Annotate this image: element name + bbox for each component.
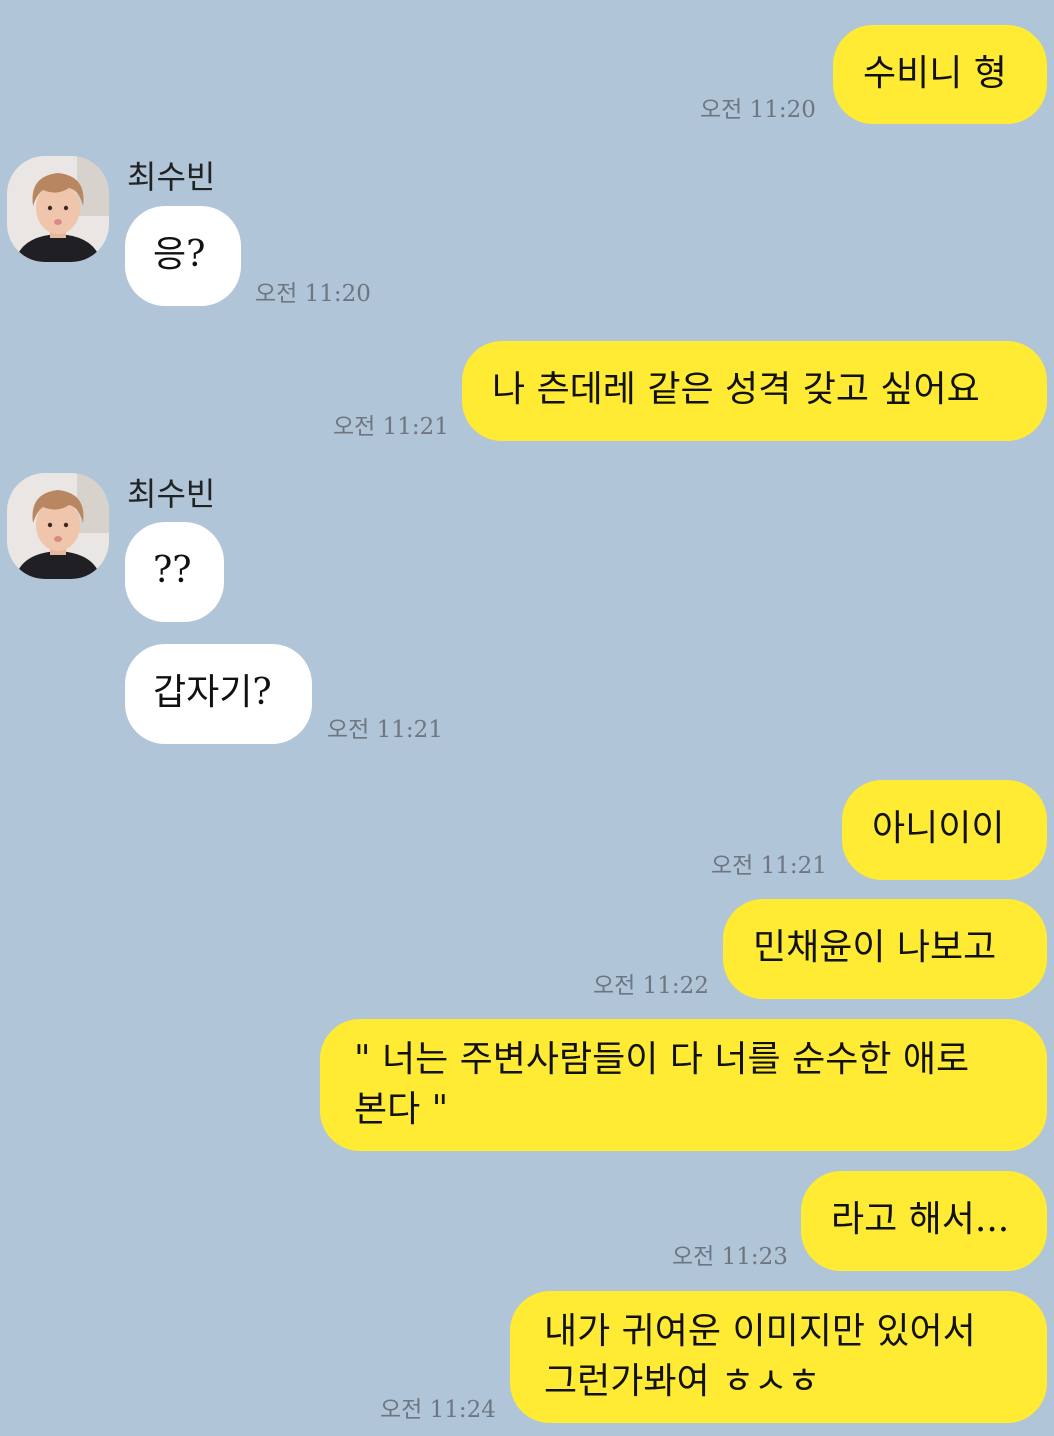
message-bubble-received[interactable]: ?? bbox=[125, 522, 224, 622]
message-text: 내가 귀여운 이미지만 있어서 그런가봐여 ㅎㅅㅎ bbox=[544, 1311, 976, 1402]
avatar[interactable] bbox=[7, 473, 109, 579]
message-bubble-received[interactable]: 갑자기? bbox=[125, 644, 312, 744]
message-text: 수비니 형 bbox=[863, 53, 1007, 94]
message-text: 아니이이 bbox=[872, 808, 1005, 849]
message-text: 라고 해서... bbox=[831, 1199, 1010, 1240]
message-bubble-received[interactable]: 응? bbox=[125, 206, 241, 306]
sender-name: 최수빈 bbox=[127, 475, 216, 513]
message-timestamp: 오전 11:21 bbox=[333, 414, 449, 440]
message-timestamp: 오전 11:24 bbox=[380, 1397, 496, 1423]
message-timestamp: 오전 11:22 bbox=[593, 973, 709, 999]
chat-screen: { "sender_name": "최수빈", "messages": [ {"… bbox=[0, 0, 1054, 1436]
message-text: ?? bbox=[153, 550, 192, 591]
message-bubble-sent[interactable]: 수비니 형 bbox=[833, 25, 1047, 124]
message-timestamp: 오전 11:23 bbox=[672, 1244, 788, 1270]
message-bubble-sent[interactable]: 내가 귀여운 이미지만 있어서 그런가봐여 ㅎㅅㅎ bbox=[510, 1291, 1047, 1423]
message-timestamp: 오전 11:21 bbox=[327, 717, 443, 743]
message-bubble-sent[interactable]: 라고 해서... bbox=[801, 1171, 1047, 1271]
avatar-image bbox=[7, 473, 109, 579]
message-timestamp: 오전 11:20 bbox=[255, 281, 371, 307]
message-text: 민채윤이 나보고 bbox=[753, 927, 997, 968]
message-bubble-sent[interactable]: 나 츤데레 같은 성격 갖고 싶어요 bbox=[462, 341, 1047, 441]
message-timestamp: 오전 11:21 bbox=[711, 853, 827, 879]
avatar[interactable] bbox=[7, 156, 109, 262]
message-text: 갑자기? bbox=[153, 672, 272, 713]
message-text: " 너는 주변사람들이 다 너를 순수한 애로 본다 " bbox=[354, 1039, 970, 1130]
message-bubble-sent[interactable]: 민채윤이 나보고 bbox=[723, 899, 1047, 999]
avatar-image bbox=[7, 156, 109, 262]
message-timestamp: 오전 11:20 bbox=[700, 97, 816, 123]
message-bubble-sent[interactable]: " 너는 주변사람들이 다 너를 순수한 애로 본다 " bbox=[320, 1019, 1047, 1151]
message-text: 나 츤데레 같은 성격 갖고 싶어요 bbox=[492, 369, 980, 410]
message-bubble-sent[interactable]: 아니이이 bbox=[842, 780, 1047, 880]
message-text: 응? bbox=[153, 234, 206, 275]
sender-name: 최수빈 bbox=[127, 158, 216, 196]
